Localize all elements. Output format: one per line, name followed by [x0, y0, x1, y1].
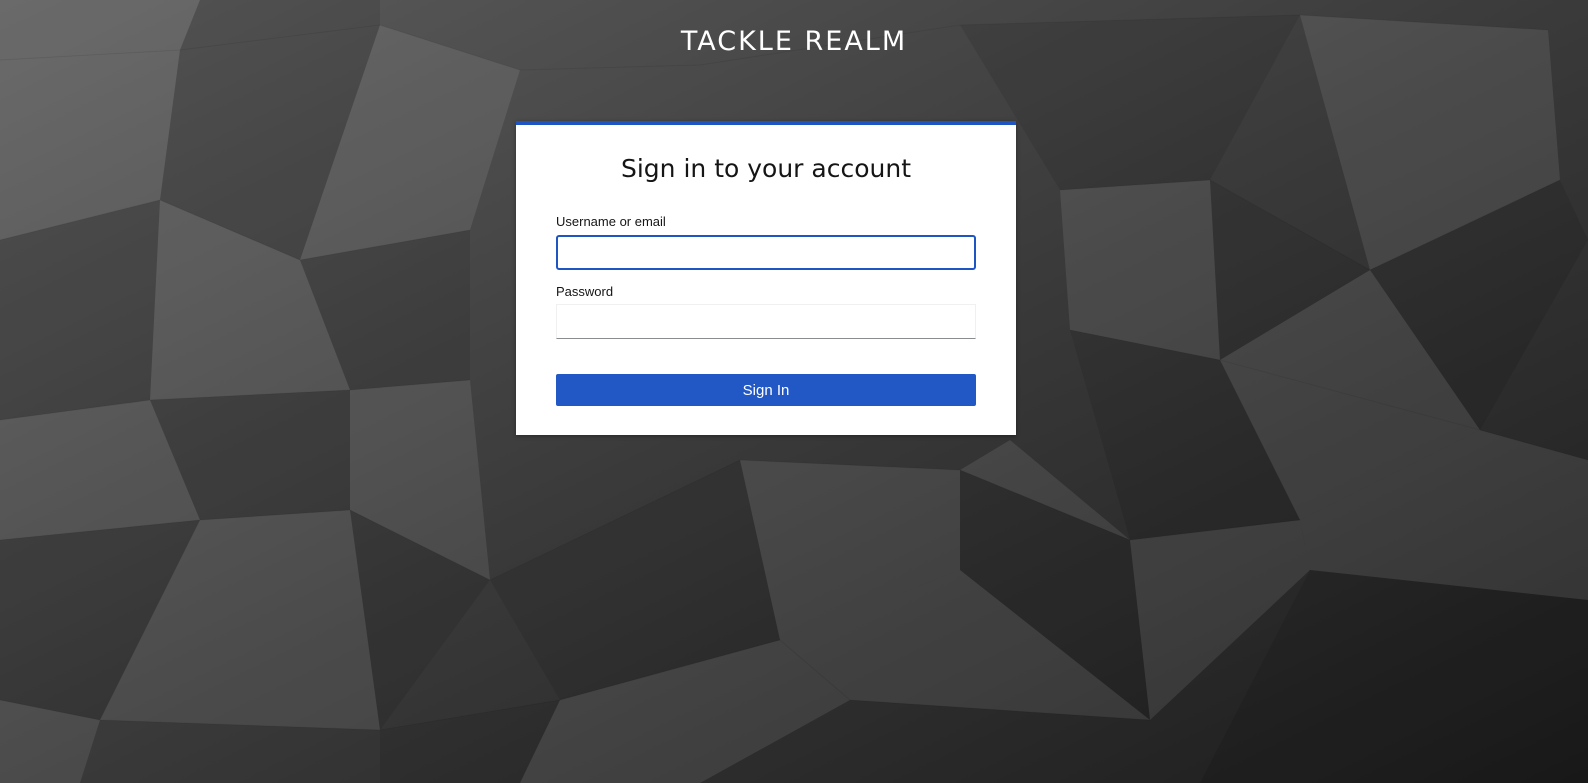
login-heading: Sign in to your account	[620, 154, 911, 183]
password-input[interactable]	[556, 304, 976, 339]
sign-in-button[interactable]: Sign In	[556, 374, 976, 406]
realm-title: TACKLE REALM	[680, 26, 908, 57]
password-label: Password	[556, 284, 614, 299]
username-input[interactable]	[556, 235, 976, 270]
username-label: Username or email	[556, 214, 666, 229]
login-card: Sign in to your account Username or emai…	[516, 121, 1016, 435]
